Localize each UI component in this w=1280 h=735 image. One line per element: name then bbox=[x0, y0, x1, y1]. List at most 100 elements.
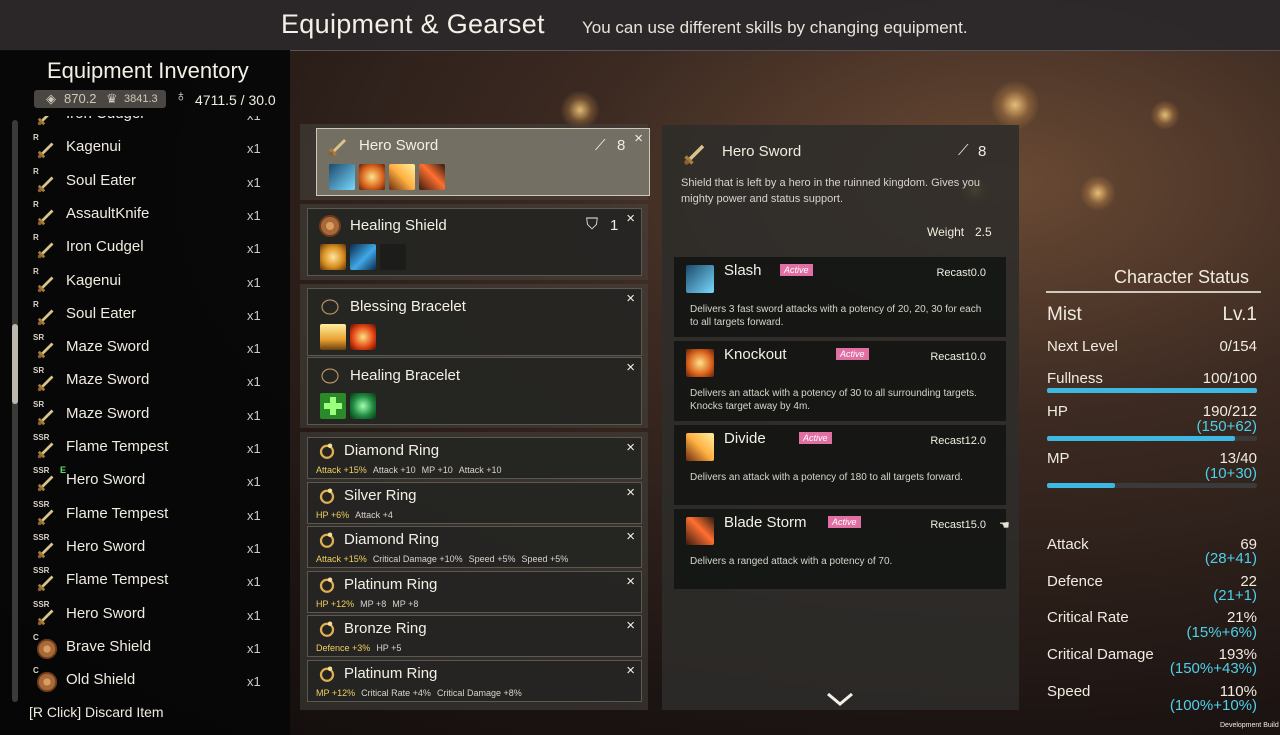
bracelet-icon bbox=[318, 363, 342, 392]
sword-icon bbox=[327, 134, 351, 163]
next-level-value: 0/154 bbox=[1219, 338, 1257, 355]
ring-stat-key: MP bbox=[392, 598, 406, 609]
skill-card[interactable]: Blade Storm Active Recast15.0 Delivers a ra… bbox=[674, 509, 1006, 589]
ring-stat-key: Attack bbox=[316, 554, 342, 565]
character-level: Lv.1 bbox=[1222, 304, 1257, 325]
unequip-weapon-button[interactable]: × bbox=[634, 130, 643, 147]
ring-slot-card[interactable]: Platinum Ring × HP +12% MP +8 MP +8 bbox=[307, 570, 642, 613]
inventory-item[interactable]: SR Maze Sword x1 bbox=[30, 398, 270, 431]
radiance-skill-icon[interactable] bbox=[320, 244, 346, 270]
divide-skill-icon[interactable] bbox=[389, 164, 415, 190]
inventory-item[interactable]: C Old Shield x1 bbox=[30, 664, 270, 696]
header-bar: Equipment & Gearset You can use differen… bbox=[0, 0, 1280, 51]
ring-slot-card[interactable]: Diamond Ring × Attack +15% Critical Damage … bbox=[307, 526, 642, 569]
ring-stat: MP +8 bbox=[360, 599, 386, 609]
ring-stat: MP +8 bbox=[392, 599, 418, 609]
shield-slot-card[interactable]: Healing Shield ⛉ 1 × bbox=[307, 208, 642, 276]
defence-label: Defence bbox=[1047, 573, 1103, 590]
unequip-ring-button[interactable]: × bbox=[626, 484, 635, 501]
unequip-bracelet-2-button[interactable]: × bbox=[626, 359, 635, 376]
inventory-item[interactable]: RIron Cudgelx1 bbox=[30, 231, 270, 264]
ring-stat: Critical Damage +8% bbox=[437, 688, 522, 698]
mp-bar bbox=[1047, 483, 1257, 488]
inventory-item[interactable]: SSR Hero Sword x1 bbox=[30, 531, 270, 564]
unequip-bracelet-1-button[interactable]: × bbox=[626, 290, 635, 307]
unequip-ring-button[interactable]: × bbox=[626, 617, 635, 634]
fullness-value: 100/100 bbox=[1202, 370, 1257, 387]
regen-skill-icon[interactable] bbox=[350, 393, 376, 419]
skill-description: Delivers an attack with a potency of 30 … bbox=[690, 388, 977, 412]
item-quantity: x1 bbox=[247, 507, 261, 523]
ring-stat-key: Critical Damage bbox=[436, 688, 501, 698]
inventory-item[interactable]: R Kagenui x1 bbox=[30, 265, 270, 298]
skill-recast: Recast12.0 bbox=[930, 435, 986, 447]
heal-cross-skill-icon[interactable] bbox=[320, 393, 346, 419]
skill-description: Delivers a ranged attack with a potency … bbox=[690, 556, 893, 567]
skill-name: Divide bbox=[724, 430, 766, 447]
inventory-item[interactable]: SSR Flame Tempest x1 bbox=[30, 431, 270, 464]
skill-card[interactable]: Knockout Active Recast10.0 Delivers an atta… bbox=[674, 341, 1006, 421]
blade-storm-skill-icon[interactable] bbox=[419, 164, 445, 190]
ring-stat: Attack +10 bbox=[459, 465, 502, 475]
inventory-item[interactable]: R Kagenui x1 bbox=[30, 131, 270, 164]
detail-item-name: Hero Sword bbox=[722, 143, 802, 160]
lantern-light bbox=[990, 80, 1040, 130]
ring-slot-card[interactable]: Platinum Ring × MP +12% Critical Rate +4% Cr… bbox=[307, 660, 642, 702]
unequip-ring-button[interactable]: × bbox=[626, 573, 635, 590]
ring-slot-card[interactable]: Diamond Ring × Attack +15% Attack +10 MP +10… bbox=[307, 437, 642, 479]
item-quantity: x1 bbox=[247, 274, 261, 290]
sword-icon bbox=[36, 371, 58, 393]
sword-icon bbox=[36, 272, 58, 294]
bracelet-slot-card-2[interactable]: Healing Bracelet × bbox=[307, 357, 642, 425]
chevron-down-icon[interactable] bbox=[825, 691, 855, 712]
inventory-item[interactable]: SSR Flame Tempest x1 bbox=[30, 498, 270, 531]
bracelet-slot-card-1[interactable]: Blessing Bracelet × bbox=[307, 288, 642, 356]
ring-stat-key: MP bbox=[316, 688, 330, 698]
ring-stat-value: +10% bbox=[439, 554, 463, 565]
mp-label: MP bbox=[1047, 450, 1070, 467]
knockout-skill-icon[interactable] bbox=[359, 164, 385, 190]
item-quantity: x1 bbox=[247, 116, 261, 123]
ring-stats: Defence +3% HP +5 bbox=[316, 643, 407, 653]
wave-skill-icon[interactable] bbox=[350, 244, 376, 270]
ring-slot-card[interactable]: Bronze Ring × Defence +3% HP +5 bbox=[307, 615, 642, 658]
inventory-item[interactable]: SSR E Hero Sword x1 bbox=[30, 464, 270, 497]
skill-card[interactable]: Divide Active Recast12.0 Delivers an attack… bbox=[674, 425, 1006, 505]
burst-skill-icon[interactable] bbox=[350, 324, 376, 350]
skill-card[interactable]: Slash Active Recast0.0 Delivers 3 fast swor… bbox=[674, 257, 1006, 337]
ring-stat-value: +8% bbox=[503, 688, 522, 698]
inventory-item[interactable]: C Brave Shield x1 bbox=[30, 631, 270, 664]
unequip-ring-button[interactable]: × bbox=[626, 528, 635, 545]
ring-slot-card[interactable]: Silver Ring × HP +6% Attack +4 bbox=[307, 481, 642, 524]
slash-skill-icon[interactable] bbox=[329, 164, 355, 190]
inventory-item[interactable]: R Soul Eater x1 bbox=[30, 165, 270, 198]
hp-breakdown: (150+62) bbox=[1196, 418, 1257, 435]
inventory-item[interactable]: RIron Cudgelx1 bbox=[30, 116, 270, 131]
inventory-item[interactable]: SSR Flame Tempest x1 bbox=[30, 564, 270, 597]
page-title: Equipment & Gearset bbox=[281, 9, 545, 39]
ring-stat-value: +10 bbox=[400, 465, 416, 475]
weapon-slot-card[interactable]: Hero Sword ⟋ 8 × bbox=[316, 128, 650, 196]
ring-name: Diamond Ring bbox=[344, 531, 440, 549]
item-quantity: x1 bbox=[247, 341, 261, 357]
sword-icon bbox=[36, 605, 58, 627]
inventory-item[interactable]: SR Maze Sword x1 bbox=[30, 331, 270, 364]
ring-stats: MP +12% Critical Rate +4% Critical Damage … bbox=[316, 688, 528, 698]
item-quantity: x1 bbox=[247, 674, 261, 690]
ring-name: Platinum Ring bbox=[344, 665, 438, 682]
inventory-panel: Equipment Inventory ◈ 870.2 ♛ 3841.3 ♁ 4… bbox=[0, 50, 290, 735]
inventory-item[interactable]: R AssaultKnife x1 bbox=[30, 198, 270, 231]
ring-stat-value: +5% bbox=[497, 554, 516, 565]
bracelet-name-1: Blessing Bracelet bbox=[350, 298, 466, 315]
unequip-ring-button[interactable]: × bbox=[626, 662, 635, 679]
unequip-ring-button[interactable]: × bbox=[626, 439, 635, 456]
item-name: Soul Eater bbox=[66, 171, 137, 189]
unequip-shield-button[interactable]: × bbox=[626, 210, 635, 227]
item-name: Flame Tempest bbox=[66, 571, 169, 589]
skill-name: Knockout bbox=[724, 346, 787, 363]
light-skill-icon[interactable] bbox=[320, 324, 346, 350]
item-name: Brave Shield bbox=[66, 637, 152, 655]
inventory-item[interactable]: SSR Hero Sword x1 bbox=[30, 598, 270, 631]
inventory-item[interactable]: SR Maze Sword x1 bbox=[30, 364, 270, 397]
inventory-item[interactable]: R Soul Eater x1 bbox=[30, 298, 270, 331]
